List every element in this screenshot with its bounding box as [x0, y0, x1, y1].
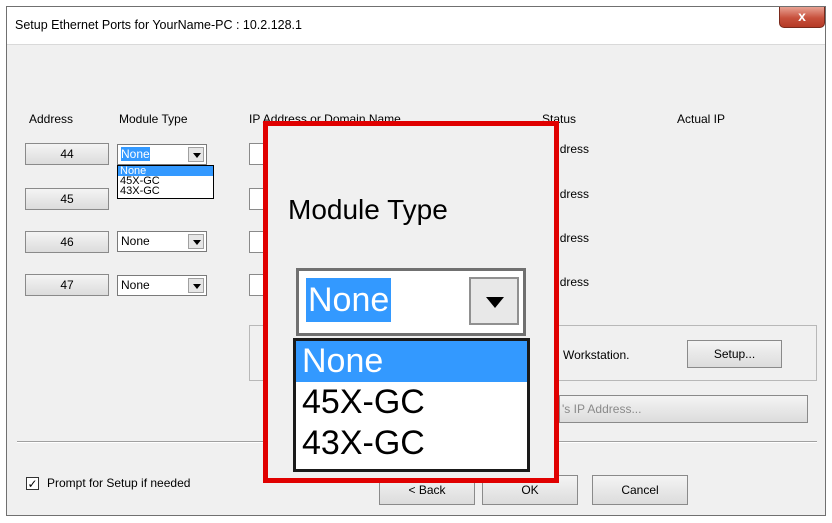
module-type-select-47[interactable]: None — [117, 275, 207, 296]
prompt-checkbox-label: Prompt for Setup if needed — [47, 476, 191, 490]
address-button-46[interactable]: 46 — [25, 231, 109, 253]
chevron-down-icon[interactable] — [188, 147, 204, 162]
zoom-option-43x-gc[interactable]: 43X-GC — [296, 423, 527, 464]
zoom-callout: Module Type None None 45X-GC 43X-GC — [263, 121, 559, 483]
close-icon: x — [798, 8, 806, 24]
setup-button[interactable]: Setup... — [687, 340, 782, 368]
address-button-44[interactable]: 44 — [25, 143, 109, 165]
address-button-47[interactable]: 47 — [25, 274, 109, 296]
prompt-checkbox[interactable]: ✓ — [26, 477, 39, 490]
module-type-select-46[interactable]: None — [117, 231, 207, 252]
header-actual-ip: Actual IP — [677, 112, 726, 126]
zoom-selected-value: None — [306, 278, 392, 322]
header-module-type: Module Type — [119, 112, 188, 126]
cancel-button[interactable]: Cancel — [592, 475, 688, 505]
address-button-45[interactable]: 45 — [25, 188, 109, 210]
chevron-down-icon[interactable] — [188, 278, 204, 293]
dropdown-option-43x-gc[interactable]: 43X-GC — [118, 186, 213, 197]
zoom-heading: Module Type — [288, 194, 448, 225]
chevron-down-icon[interactable] — [469, 277, 519, 325]
title-bar[interactable]: Setup Ethernet Ports for YourName-PC : 1… — [7, 7, 825, 45]
module-type-value-47: None — [121, 278, 150, 292]
zoom-option-none[interactable]: None — [296, 341, 527, 382]
zoom-module-type-select[interactable]: None — [296, 268, 526, 336]
zoom-option-45x-gc[interactable]: 45X-GC — [296, 382, 527, 423]
workstation-label: Workstation. — [563, 348, 630, 362]
window-title: Setup Ethernet Ports for YourName-PC : 1… — [15, 18, 302, 32]
module-type-dropdown-list: None 45X-GC 43X-GC — [117, 165, 214, 199]
zoom-dropdown-list: None 45X-GC 43X-GC — [293, 338, 530, 472]
module-type-value-44: None — [121, 147, 150, 161]
module-type-value-46: None — [121, 234, 150, 248]
close-button[interactable]: x — [779, 7, 825, 28]
header-address: Address — [29, 112, 74, 126]
ip-address-button[interactable]: 's IP Address... — [559, 395, 808, 423]
check-icon: ✓ — [27, 477, 38, 491]
chevron-down-icon[interactable] — [188, 234, 204, 249]
module-type-select-44[interactable]: None — [117, 144, 207, 165]
